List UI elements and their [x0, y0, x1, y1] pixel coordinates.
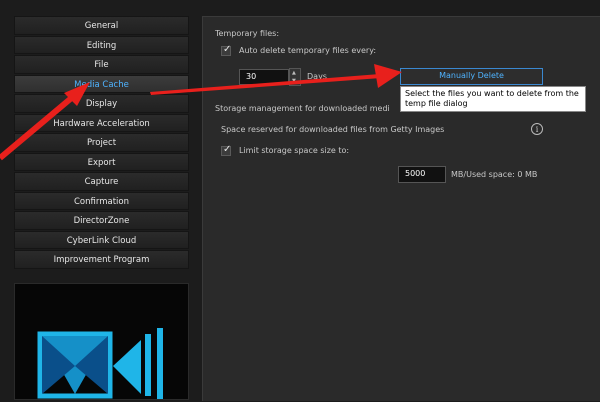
sidebar-item-editing[interactable]: Editing [14, 35, 189, 54]
chevron-down-icon: ▼ [292, 78, 296, 84]
sidebar-item-hardware-acceleration[interactable]: Hardware Acceleration [14, 113, 189, 132]
sidebar-item-media-cache[interactable]: Media Cache [14, 74, 189, 93]
temporary-files-heading: Temporary files: [215, 29, 280, 38]
sidebar-item-file[interactable]: File [14, 55, 189, 74]
check-icon: ✓ [223, 44, 232, 55]
limit-storage-checkbox[interactable]: ✓ [221, 144, 232, 156]
settings-sidebar: General Editing File Media Cache Display… [14, 16, 189, 270]
manually-delete-tooltip: Select the files you want to delete from… [400, 86, 586, 112]
sidebar-item-directorzone[interactable]: DirectorZone [14, 211, 189, 230]
sidebar-item-improvement-program[interactable]: Improvement Program [14, 250, 189, 269]
sidebar-item-export[interactable]: Export [14, 152, 189, 171]
powerdirector-logo-icon [37, 328, 163, 399]
settings-panel: Temporary files: ✓ Auto delete temporary… [202, 16, 600, 401]
storage-management-heading: Storage management for downloaded medi [215, 104, 390, 113]
chevron-up-icon: ▲ [292, 70, 296, 76]
storage-size-unit-label: MB/Used space: 0 MB [451, 170, 538, 179]
info-icon[interactable]: i [531, 123, 543, 135]
auto-delete-label: Auto delete temporary files every: [239, 46, 377, 55]
check-icon: ✓ [223, 144, 232, 155]
product-logo-panel [14, 283, 189, 400]
storage-size-input[interactable]: 5000 [398, 166, 446, 183]
days-unit-label: Days [307, 72, 327, 81]
sidebar-item-cyberlink-cloud[interactable]: CyberLink Cloud [14, 230, 189, 249]
sidebar-item-capture[interactable]: Capture [14, 172, 189, 191]
sidebar-item-project[interactable]: Project [14, 133, 189, 152]
space-reserved-label: Space reserved for downloaded files from… [221, 125, 445, 134]
limit-storage-label: Limit storage space size to: [239, 146, 350, 155]
auto-delete-checkbox[interactable]: ✓ [221, 44, 232, 56]
days-input[interactable]: 30 [239, 69, 289, 85]
manually-delete-button[interactable]: Manually Delete [400, 68, 543, 85]
sidebar-item-display[interactable]: Display [14, 94, 189, 113]
sidebar-item-confirmation[interactable]: Confirmation [14, 191, 189, 210]
days-stepper[interactable]: ▲ ▼ [289, 68, 301, 86]
sidebar-item-general[interactable]: General [14, 16, 189, 35]
